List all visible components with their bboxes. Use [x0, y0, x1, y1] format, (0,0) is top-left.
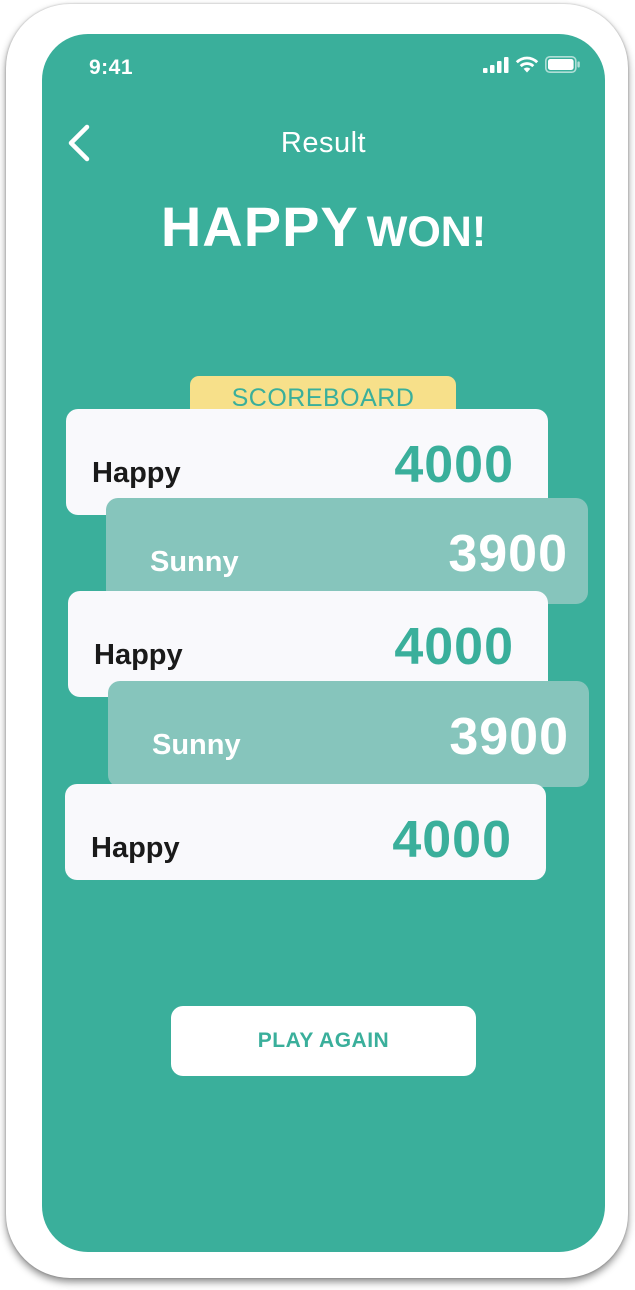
player-score: 3900: [448, 525, 568, 583]
header: Result: [42, 119, 605, 169]
player-score: 3900: [449, 708, 569, 766]
status-time: 9:41: [89, 56, 134, 79]
player-name: Happy: [91, 832, 180, 864]
battery-icon: [545, 56, 581, 78]
phone-frame: 9:41 Result HAPPY WON! SCOREBOARD Happy …: [6, 4, 628, 1278]
player-name: Happy: [92, 457, 181, 489]
status-icons: [483, 56, 581, 78]
player-score: 4000: [394, 436, 514, 494]
winner-suffix: WON!: [366, 208, 487, 256]
play-again-button[interactable]: PLAY AGAIN: [171, 1006, 476, 1076]
player-name: Happy: [94, 639, 183, 671]
wifi-icon: [515, 56, 539, 78]
player-name: Sunny: [150, 546, 239, 578]
player-score: 4000: [394, 618, 514, 676]
score-row: Sunny 3900: [106, 498, 588, 604]
winner-heading: HAPPY WON!: [42, 194, 605, 259]
page-title: Result: [280, 127, 367, 159]
score-row: Sunny 3900: [108, 681, 589, 787]
player-score: 4000: [392, 811, 512, 869]
app-screen: 9:41 Result HAPPY WON! SCOREBOARD Happy …: [42, 34, 605, 1252]
cellular-signal-icon: [483, 56, 509, 78]
player-name: Sunny: [152, 729, 241, 761]
score-row: Happy 4000: [65, 784, 546, 880]
winner-name: HAPPY: [160, 195, 359, 258]
status-bar: 9:41: [42, 34, 605, 94]
